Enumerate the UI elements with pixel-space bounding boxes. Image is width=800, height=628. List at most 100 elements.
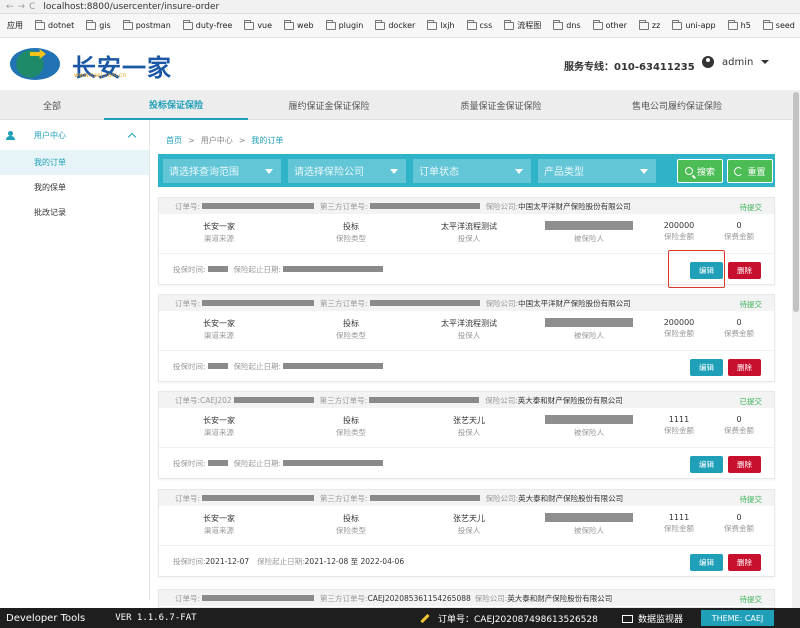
type-cell: 投标 保险类型 — [336, 319, 366, 340]
delete-button[interactable]: 删除 — [728, 359, 761, 376]
card-header: 订单号: 第三方订单号: 保险公司: 中国太平洋财产保险股份有限公司 待提交 — [159, 295, 774, 311]
bookmark-folder[interactable]: other — [592, 19, 627, 30]
product-select[interactable]: 产品类型 — [538, 158, 656, 183]
sidebar: 用户中心 我的订单 我的保单 批改记录 — [0, 120, 150, 600]
bookmark-folder[interactable]: duty-free — [182, 19, 232, 30]
url-text[interactable]: localhost:8800/usercenter/insure-order — [43, 2, 219, 12]
dropdown-arrow-icon — [515, 168, 523, 174]
card-body: 长安一家 渠道来源 投标 保险类型 张艺天儿 投保人 被保险人 1111 保险金额 0保… — [159, 506, 774, 546]
hotline: 服务专线：010-63411235 — [564, 62, 695, 73]
edit-button[interactable]: 编辑 — [690, 554, 723, 571]
bookmark-folder[interactable]: 流程图 — [504, 19, 541, 31]
sidebar-item-my-policies[interactable]: 我的保单 — [0, 175, 149, 200]
breadcrumb: 首页 > 用户中心 > 我的订单 — [166, 136, 284, 145]
bookmark-folder[interactable]: plugin — [325, 19, 363, 30]
sidebar-section-user-center[interactable]: 用户中心 — [0, 120, 149, 150]
status-badge: 待提交 — [739, 203, 763, 212]
nav-arrows-icon[interactable]: ←→C — [6, 2, 39, 12]
bookmark-folder[interactable]: dns — [553, 19, 581, 30]
delete-button[interactable]: 删除 — [728, 554, 761, 571]
status-badge: 待提交 — [739, 495, 763, 504]
caret-down-icon — [761, 60, 770, 64]
channel-cell: 长安一家 渠道来源 — [203, 319, 235, 340]
status-select[interactable]: 订单状态 — [413, 158, 531, 183]
folder-icon — [182, 19, 193, 30]
search-button[interactable]: 搜索 — [677, 159, 723, 183]
type-cell: 投标 保险类型 — [336, 416, 366, 437]
bookmark-folder[interactable]: uni-app — [672, 19, 716, 30]
premium-cell: 0 保费金额 — [724, 221, 754, 241]
bookmark-folder[interactable]: web — [284, 19, 314, 30]
folder-icon — [122, 19, 133, 30]
bookmark-apps[interactable]: 应用 — [7, 20, 23, 31]
folder-icon — [638, 19, 649, 30]
folder-icon — [466, 19, 477, 30]
reset-button[interactable]: 重置 — [727, 159, 773, 183]
breadcrumb-user-center[interactable]: 用户中心 — [201, 136, 233, 145]
bookmark-folder[interactable]: h5 — [727, 19, 751, 30]
card-footer: 投保时间: 保险起止日期: 编辑 删除 — [159, 448, 774, 478]
range-select[interactable]: 请选择查询范围 — [163, 158, 281, 183]
channel-cell: 长安一家 渠道来源 — [203, 222, 235, 243]
card-header: 订单号: 第三方订单号: CAEJ202085361154265088 保险公司:… — [159, 590, 774, 606]
devtools-version: VER 1.1.6.7-FAT — [115, 613, 197, 623]
folder-icon — [284, 19, 295, 30]
data-monitor[interactable]: 数据监视器 — [622, 612, 683, 625]
card-header: 订单号: 第三方订单号: 保险公司: 中国太平洋财产保险股份有限公司 待提交 — [159, 198, 774, 214]
type-cell: 投标 保险类型 — [336, 514, 366, 535]
sidebar-item-my-orders[interactable]: 我的订单 — [0, 150, 149, 175]
company-select[interactable]: 请选择保险公司 — [288, 158, 406, 183]
status-badge: 待提交 — [739, 300, 763, 309]
username: admin — [722, 56, 754, 68]
channel-cell: 长安一家 渠道来源 — [203, 514, 235, 535]
delete-button[interactable]: 删除 — [728, 456, 761, 473]
bookmark-folder[interactable]: css — [466, 19, 492, 30]
scrollbar-thumb[interactable] — [793, 92, 799, 312]
bookmark-folder[interactable]: seed — [762, 19, 795, 30]
folder-icon — [375, 19, 386, 30]
delete-button[interactable]: 删除 — [728, 262, 761, 279]
account-icon — [702, 56, 714, 68]
devtools-order[interactable]: 订单号：CAEJ202087498613526528 — [420, 612, 598, 625]
devtools-title: Developer Tools — [6, 612, 86, 624]
type-cell: 投标 保险类型 — [336, 222, 366, 243]
company-name: 英大泰和财产保险股份有限公司 — [517, 395, 623, 405]
tab-bid-bond[interactable]: 投标保证保险 — [104, 90, 248, 120]
tab-all[interactable]: 全部 — [0, 90, 104, 120]
edit-button[interactable]: 编辑 — [690, 456, 723, 473]
theme-button[interactable]: THEME: CAEJ — [701, 610, 774, 626]
bookmark-folder[interactable]: docker — [375, 19, 415, 30]
user-menu[interactable]: admin — [702, 56, 770, 68]
folder-icon — [35, 19, 45, 30]
breadcrumb-home[interactable]: 首页 — [166, 136, 182, 145]
chevron-up-icon[interactable] — [127, 132, 137, 142]
tab-power-company-bond[interactable]: 售电公司履约保证保险 — [592, 90, 762, 120]
bookmark-folder[interactable]: dotnet — [35, 19, 74, 30]
order-card: 订单号: CAEJ202 第三方订单号: 保险公司: 英大泰和财产保险股份有限公司 … — [158, 391, 775, 479]
tab-quality-bond[interactable]: 质量保证金保证保险 — [410, 90, 592, 120]
dropdown-arrow-icon — [265, 168, 273, 174]
browser-address-bar[interactable]: ←→C localhost:8800/usercenter/insure-ord… — [0, 0, 800, 14]
bookmark-folder[interactable]: lxjh — [427, 19, 455, 30]
applicant-cell: 张艺天儿 投保人 — [453, 514, 485, 535]
applicant-cell: 太平洋流程测试 投保人 — [441, 222, 497, 243]
masked-period — [283, 266, 384, 272]
monitor-icon — [622, 614, 633, 623]
sidebar-item-endorsements[interactable]: 批改记录 — [0, 200, 149, 225]
channel-cell: 长安一家 渠道来源 — [203, 416, 235, 437]
edit-button[interactable]: 编辑 — [690, 359, 723, 376]
bookmark-folder[interactable]: vue — [244, 19, 272, 30]
company-name: 中国太平洋财产保险股份有限公司 — [518, 201, 631, 211]
folder-icon — [553, 19, 564, 30]
card-header: 订单号: 第三方订单号: 保险公司: 英大泰和财产保险股份有限公司 待提交 — [159, 490, 774, 506]
bookmark-folder[interactable]: gis — [86, 19, 111, 30]
scrollbar[interactable] — [792, 90, 800, 608]
status-badge: 待提交 — [739, 595, 763, 604]
premium-cell: 0 保费金额 — [724, 318, 754, 338]
order-card: 订单号: 第三方订单号: 保险公司: 英大泰和财产保险股份有限公司 待提交 长安一… — [158, 489, 775, 577]
applicant-cell: 张艺天儿 投保人 — [453, 416, 485, 437]
tab-performance-bond[interactable]: 履约保证金保证保险 — [248, 90, 410, 120]
bookmark-folder[interactable]: zz — [638, 19, 660, 30]
bookmark-folder[interactable]: postman — [122, 19, 171, 30]
applicant-cell: 太平洋流程测试 投保人 — [441, 319, 497, 340]
